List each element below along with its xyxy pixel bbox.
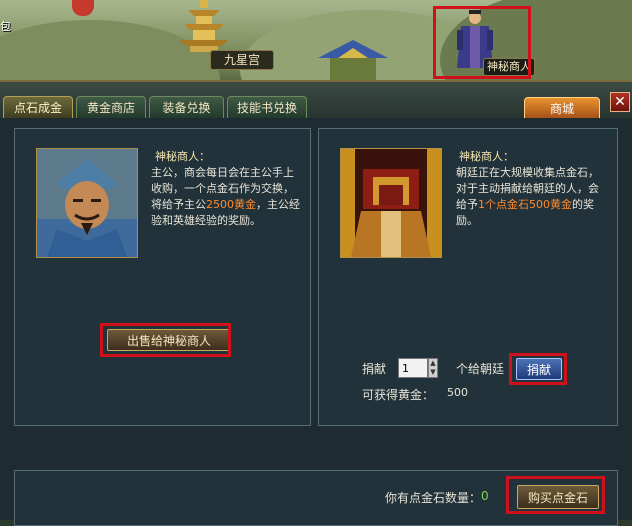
- pagoda-icon: [180, 0, 228, 52]
- character-icon[interactable]: [72, 0, 94, 16]
- mall-tab[interactable]: 商城: [524, 97, 600, 119]
- merchant-portrait: [36, 148, 138, 258]
- tab-gold-shop[interactable]: 黄金商店: [76, 96, 146, 118]
- donate-label: 捐献: [362, 362, 387, 376]
- building-icon: [318, 40, 388, 80]
- palace-portrait: [340, 148, 442, 258]
- game-scene: 包 九星宫 神秘商人: [0, 0, 632, 90]
- donate-speaker: 神秘商人：: [459, 150, 514, 163]
- location-label[interactable]: 九星宫: [210, 50, 274, 70]
- bag-label[interactable]: 包: [0, 18, 11, 34]
- stepper-down-icon[interactable]: ▼: [429, 368, 437, 377]
- donate-card: 神秘商人： 朝廷正在大规模收集点金石，对于主动捐献给朝廷的人，会给予1个点金石5…: [318, 128, 618, 426]
- alchemy-dialog: 点石成金 黄金商店 装备兑换 技能书兑换 商城 ✕ 神秘商人： 主公，商会每日会…: [0, 80, 632, 526]
- quantity-stepper[interactable]: ▲ ▼: [428, 358, 438, 378]
- donate-button-highlight: [509, 353, 567, 385]
- tab-alchemy[interactable]: 点石成金: [3, 96, 73, 118]
- gold-gain-label: 可获得黄金：: [362, 388, 435, 402]
- donate-quantity-input[interactable]: 1: [398, 358, 428, 378]
- tab-bar: 点石成金 黄金商店 装备兑换 技能书兑换 商城 ✕: [0, 82, 632, 119]
- close-icon[interactable]: ✕: [610, 92, 630, 112]
- merchant-portrait-image: [37, 149, 137, 257]
- donate-description: 朝廷正在大规模收集点金石，对于主动捐献给朝廷的人，会给予1个点金石500黄金的奖…: [456, 166, 599, 227]
- stone-count-label: 你有点金石数量：: [385, 491, 482, 505]
- gold-gain-value: 500: [447, 386, 468, 399]
- sell-button-highlight: [100, 323, 231, 357]
- sell-description: 主公，商会每日会在主公手上收购，一个点金石作为交换，将给予主公2500黄金，主公…: [151, 166, 300, 227]
- sell-speaker: 神秘商人：: [155, 150, 210, 163]
- dialog-content: 神秘商人： 主公，商会每日会在主公手上收购，一个点金石作为交换，将给予主公250…: [0, 118, 632, 526]
- sell-reward-highlight: 2500黄金: [206, 198, 256, 211]
- tab-skillbook-exchange[interactable]: 技能书兑换: [227, 96, 307, 118]
- donate-reward-highlight: 1个点金石500黄金: [478, 198, 572, 211]
- npc-highlight-frame: [433, 6, 531, 79]
- buy-button-highlight: [506, 476, 605, 514]
- donate-unit-label: 个给朝廷: [456, 362, 505, 376]
- stepper-up-icon[interactable]: ▲: [429, 359, 437, 368]
- stone-count-value: 0: [481, 489, 489, 503]
- palace-image: [341, 149, 441, 257]
- tab-equipment-exchange[interactable]: 装备兑换: [149, 96, 224, 118]
- sell-card: 神秘商人： 主公，商会每日会在主公手上收购，一个点金石作为交换，将给予主公250…: [14, 128, 311, 426]
